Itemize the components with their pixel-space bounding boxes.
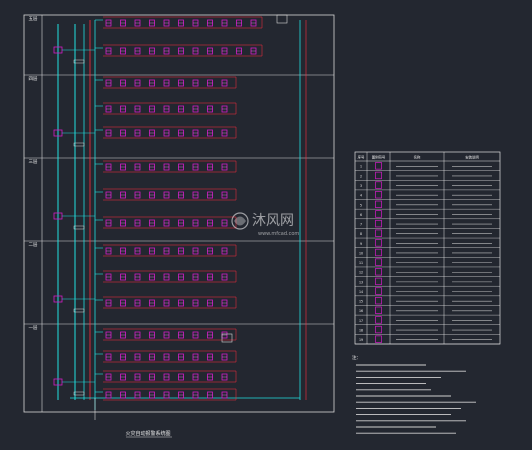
legend-header-symbol: 图例符号 — [372, 155, 386, 160]
floor-label-3: 三层 — [29, 159, 38, 165]
legend-table: 序号 图例符号 名称 安装说明 123456789101112131415161… — [354, 151, 501, 345]
legend-header-name: 名称 — [414, 155, 421, 160]
legend-symbol-icon — [375, 239, 382, 247]
diagram-caption: 火灾自动报警系统图 — [125, 430, 172, 438]
legend-symbol-icon — [375, 162, 382, 170]
detector-loop — [95, 350, 237, 363]
floor-label-4: 四层 — [29, 76, 38, 82]
legend-cell: 11 — [359, 261, 363, 265]
detector-loop — [95, 328, 237, 341]
detector-loop — [95, 160, 237, 173]
legend-cell: 9 — [360, 242, 362, 246]
floor-labels: 五层 四层 三层 二层 一层 — [29, 16, 38, 331]
legend-cell: 4 — [360, 194, 362, 198]
legend-row: 17 — [355, 316, 500, 325]
legend-cell: 15 — [359, 300, 363, 304]
legend-row: 4 — [355, 191, 500, 200]
legend-cell: 10 — [359, 251, 363, 255]
legend-row: 9 — [355, 239, 500, 248]
legend-cell: 1 — [360, 165, 362, 169]
watermark-brand: 沐风网 — [252, 213, 294, 229]
legend-row: 14 — [355, 287, 500, 297]
detector-loop — [95, 126, 237, 139]
legend-row: 2 — [355, 171, 500, 181]
legend-cell: 19 — [359, 338, 363, 342]
notes-title: 注： — [352, 354, 361, 361]
legend-symbol-icon — [375, 229, 382, 237]
legend-cell: 5 — [360, 203, 362, 207]
legend-symbol-icon — [375, 277, 382, 286]
detector-loop — [95, 370, 237, 383]
legend-cell: 16 — [359, 309, 363, 313]
detector-loop — [95, 244, 237, 257]
watermark-url: www.mfcad.com — [258, 231, 299, 237]
legend-rows: 12345678910111213141516171819 — [355, 160, 500, 345]
legend-row: 18 — [355, 325, 500, 335]
floor-label-1: 一层 — [29, 325, 38, 331]
legend-symbol-icon — [375, 296, 382, 305]
terminal-box-icon — [276, 14, 288, 24]
diagram-title: 火灾自动报警系统图 — [125, 430, 170, 437]
legend-cell: 7 — [360, 223, 362, 227]
legend-row: 16 — [355, 306, 500, 316]
legend-symbol-icon — [375, 287, 382, 295]
legend-symbol-icon — [375, 248, 382, 257]
detector-loop — [95, 270, 237, 283]
legend-row: 5 — [355, 200, 500, 210]
legend-row: 13 — [355, 277, 500, 287]
legend-header-no: 序号 — [358, 155, 365, 160]
legend-symbol-icon — [375, 335, 382, 343]
detector-loop — [95, 16, 263, 29]
legend-row: 12 — [355, 268, 500, 277]
legend-row: 3 — [355, 181, 500, 191]
detector-loop — [95, 102, 237, 115]
legend-cell: 14 — [359, 290, 363, 294]
detector-loops — [95, 16, 263, 401]
detector-loop — [95, 296, 237, 309]
legend-cell: 12 — [359, 271, 363, 275]
design-notes: 注： — [352, 354, 476, 434]
legend-cell: 18 — [359, 328, 363, 332]
floor-panels — [53, 14, 288, 396]
legend-symbol-icon — [375, 200, 382, 209]
legend-symbol-icon — [375, 210, 382, 218]
legend-symbol-icon — [375, 258, 382, 266]
legend-cell: 2 — [360, 174, 362, 178]
legend-row: 1 — [355, 162, 500, 171]
legend-cell: 6 — [360, 213, 362, 217]
detector-loop — [95, 188, 237, 201]
legend-row: 8 — [355, 229, 500, 239]
detector-loop — [95, 76, 237, 89]
legend-cell: 13 — [359, 280, 363, 284]
legend-symbol-icon — [375, 191, 382, 199]
legend-symbol-icon — [375, 219, 382, 228]
legend-symbol-icon — [375, 181, 382, 189]
floor-label-2: 二层 — [29, 242, 38, 248]
legend-symbol-icon — [375, 268, 382, 276]
legend-row: 6 — [355, 210, 500, 219]
legend-symbol-icon — [375, 306, 382, 314]
legend-symbol-icon — [375, 316, 382, 324]
legend-row: 19 — [355, 335, 500, 345]
legend-row: 10 — [355, 248, 500, 258]
legend-row: 7 — [355, 219, 500, 229]
detector-loop — [95, 216, 237, 229]
detector-loop — [95, 44, 263, 57]
legend-symbol-icon — [375, 171, 382, 180]
notes-lines — [356, 364, 476, 434]
legend-symbol-icon — [375, 325, 382, 334]
watermark: 沐风网 www.mfcad.com — [231, 212, 299, 237]
legend-cell: 17 — [359, 319, 363, 323]
legend-header-install: 安装说明 — [465, 155, 479, 160]
legend-row: 15 — [355, 296, 500, 306]
legend-row: 11 — [355, 258, 500, 268]
drawing-canvas: 五层 四层 三层 二层 一层 火灾自动报警系统图 序号 图例符号 名称 安装说明… — [23, 14, 501, 438]
legend-cell: 3 — [360, 184, 362, 188]
legend-cell: 8 — [360, 232, 362, 236]
floor-label-5: 五层 — [29, 16, 38, 22]
